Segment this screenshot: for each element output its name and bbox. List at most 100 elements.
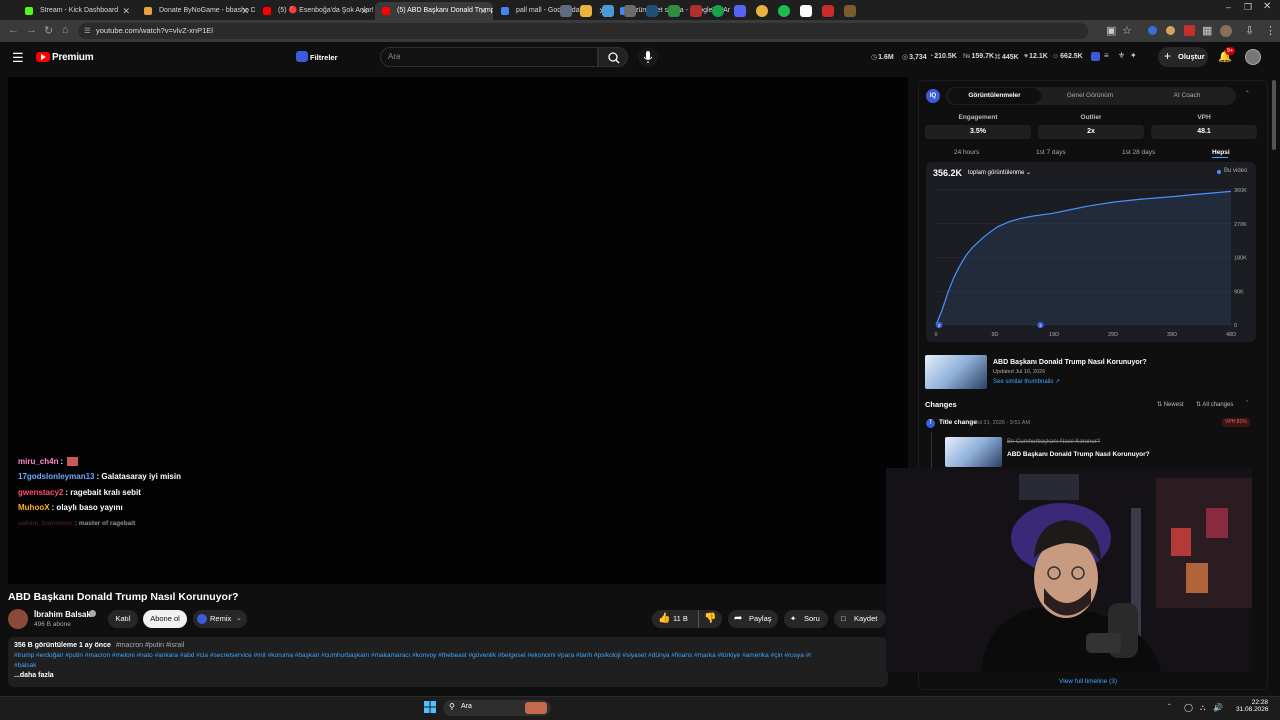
metric-dropdown[interactable]: toplam görüntülenme ⌄ — [968, 169, 1031, 176]
channel-name[interactable]: İbrahim Balsak — [34, 610, 91, 619]
start-menu-icon[interactable] — [424, 701, 436, 713]
page-scrollbar[interactable] — [1272, 80, 1276, 150]
channel-avatar[interactable] — [8, 609, 28, 629]
filters-button[interactable]: Filtreler — [310, 53, 338, 62]
sparkle-icon[interactable]: ✦ — [1130, 51, 1137, 60]
streamlabs-icon[interactable] — [690, 5, 702, 17]
share-button[interactable]: ➦ Paylaş — [728, 610, 778, 628]
video-player[interactable] — [8, 77, 908, 584]
browser-menu-icon[interactable]: ⋮ — [1265, 24, 1276, 37]
collapse-chevron-icon[interactable]: ˆ — [1246, 90, 1249, 99]
similar-thumbnails-link[interactable]: See similar thumbnails ↗ — [993, 378, 1060, 385]
time-range-tab[interactable]: Hepsi — [1212, 149, 1230, 156]
extensions-puzzle-icon[interactable]: ▦ — [1202, 24, 1212, 37]
steam-icon[interactable] — [624, 5, 636, 17]
search-button[interactable] — [598, 47, 628, 67]
extension-icon[interactable] — [1166, 26, 1175, 35]
dislike-icon[interactable]: 👎 — [704, 610, 716, 628]
close-tab-icon[interactable]: ✕ — [122, 2, 130, 20]
hamburger-menu-icon[interactable]: ☰ — [12, 50, 24, 66]
description-box[interactable]: 356 B görüntüleme 1 ay önce #macron #put… — [8, 637, 888, 687]
app-icon[interactable] — [822, 5, 834, 17]
site-info-icon[interactable]: ☰ — [84, 23, 91, 39]
file-explorer-icon[interactable] — [580, 5, 592, 17]
account-avatar[interactable] — [1245, 49, 1261, 65]
changes-filter[interactable]: ⇅ All changes — [1196, 401, 1233, 408]
taskbar-search[interactable]: ⚲ Ara — [443, 700, 551, 716]
chat-username: 17godslonleyman13 — [18, 472, 95, 481]
menu-lines-icon[interactable]: ≡ — [1104, 51, 1109, 60]
time-range-tab[interactable]: 1st 28 days — [1122, 149, 1155, 156]
forward-icon[interactable]: → — [26, 24, 37, 36]
extension-icon[interactable] — [1148, 26, 1157, 35]
maximize-button[interactable]: ❐ — [1244, 2, 1252, 13]
panel-tab[interactable]: Genel Görünüm — [1041, 92, 1139, 99]
back-icon[interactable]: ← — [8, 24, 19, 36]
reload-icon[interactable]: ↻ — [44, 24, 53, 37]
search-input[interactable]: Ara — [380, 47, 598, 67]
profile-avatar[interactable] — [1220, 25, 1232, 37]
brand-premium[interactable]: Premium — [52, 52, 94, 63]
capcut-icon[interactable] — [800, 5, 812, 17]
spotify-app-icon[interactable] — [712, 5, 724, 17]
spotify-icon[interactable] — [778, 5, 790, 17]
browser-tab[interactable]: Stream - Kick Dashboard ✕ — [18, 2, 136, 20]
collapse-chevron-icon[interactable]: ˆ — [1246, 401, 1248, 408]
chrome-icon[interactable] — [756, 5, 768, 17]
downloads-icon[interactable]: ⇩ — [1245, 24, 1254, 37]
close-tab-icon[interactable]: ✕ — [479, 2, 487, 20]
clock[interactable]: 22:28 31.08.2026 — [1236, 699, 1269, 713]
voice-search-button[interactable] — [638, 47, 658, 67]
minimize-button[interactable]: – — [1226, 2, 1231, 12]
browser-tab[interactable]: (5) 🔴 Esenboğa'da Şok Anlar! Pu ✕ — [256, 2, 374, 20]
sort-icon: ⇅ — [1157, 402, 1163, 408]
bookmark-star-icon[interactable]: ☆ — [1122, 24, 1132, 37]
hashtag-links[interactable]: #balsak — [14, 662, 36, 669]
close-window-button[interactable]: ✕ — [1263, 1, 1271, 12]
panel-tab[interactable]: Görüntülenmeler — [948, 92, 1041, 99]
time-range-tab[interactable]: 24 hours — [954, 149, 979, 156]
chat-username: miru_ch4n — [18, 457, 59, 466]
metric-value: 48.1 — [1151, 125, 1257, 139]
trophy-icon[interactable]: ⚜ — [1118, 51, 1125, 60]
vidiq-icon[interactable] — [1091, 52, 1100, 61]
discord-icon[interactable] — [734, 5, 746, 17]
extension-icon[interactable] — [1184, 25, 1195, 36]
wifi-icon[interactable]: ⛬ — [1200, 703, 1206, 713]
url-field[interactable]: ☰ youtube.com/watch?v=vlvZ-xnP1El — [78, 23, 1088, 39]
browser-tab[interactable]: Donate ByNoGame - bbasho D ✕ — [137, 2, 255, 20]
volume-icon[interactable]: 🔊 — [1213, 703, 1223, 712]
browser-tab[interactable]: pall mall - Google'da Ara✕ — [494, 2, 612, 20]
home-icon[interactable]: ⌂ — [62, 24, 69, 36]
time-range-tab[interactable]: 1st 7 days — [1036, 149, 1066, 156]
hashtag-links[interactable]: #trump #erdoğan #putin #macron #meloni #… — [14, 652, 884, 659]
remix-icon — [197, 614, 207, 624]
app-icon[interactable] — [844, 5, 856, 17]
stream-app-icon[interactable] — [668, 5, 680, 17]
stat-value: 3,734 — [909, 54, 927, 61]
remix-button[interactable]: Remix ⌄ — [193, 610, 247, 628]
create-button[interactable]: + Oluştur — [1158, 47, 1208, 67]
save-button[interactable]: □ Kaydet — [834, 610, 886, 628]
like-icon[interactable]: 👍 — [658, 610, 670, 628]
close-tab-icon[interactable]: ✕ — [241, 2, 249, 20]
subscribe-button[interactable]: Abone ol — [143, 610, 187, 628]
close-tab-icon[interactable]: ✕ — [360, 2, 368, 20]
store-icon[interactable] — [602, 5, 614, 17]
task-view-icon[interactable] — [560, 5, 572, 17]
show-more-link[interactable]: ...daha fazla — [14, 672, 54, 679]
install-app-icon[interactable]: ▣ — [1106, 24, 1116, 37]
full-timeline-link[interactable]: View full timeline (3) — [1059, 678, 1117, 685]
video-thumbnail[interactable] — [925, 355, 987, 389]
browser-tab[interactable]: (5) ABD Başkanı Donald Trump ✕ — [375, 2, 493, 20]
sort-newest[interactable]: ⇅ Newest — [1157, 401, 1184, 408]
ask-button[interactable]: ✦ Soru — [784, 610, 828, 628]
tray-app-icon[interactable]: ◯ — [1184, 703, 1193, 712]
steam-icon[interactable] — [646, 5, 658, 17]
plus-icon: + — [1164, 49, 1172, 63]
join-button[interactable]: Katıl — [108, 610, 138, 628]
change-thumbnail[interactable] — [945, 437, 1002, 467]
panel-tab[interactable]: AI Coach — [1138, 92, 1236, 99]
metric-label: VPH — [1197, 114, 1211, 121]
tray-chevron-icon[interactable]: ˆ — [1168, 703, 1171, 712]
